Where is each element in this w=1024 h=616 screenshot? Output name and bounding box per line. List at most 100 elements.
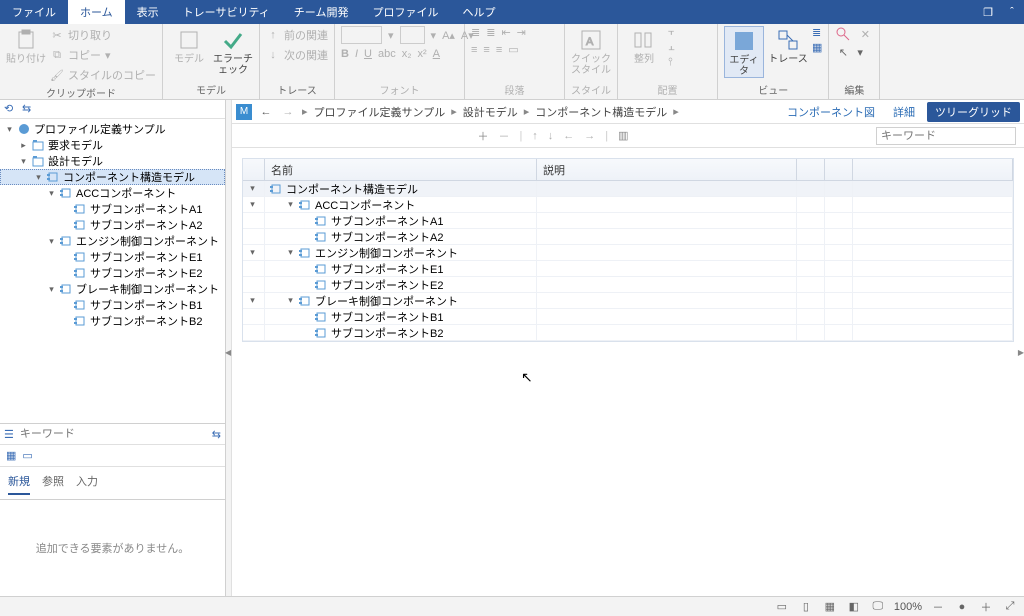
trace-view-button[interactable]: トレース bbox=[768, 26, 808, 65]
menu-tab-profile[interactable]: プロファイル bbox=[360, 0, 450, 24]
tree-node[interactable]: ▾プロファイル定義サンプル bbox=[0, 121, 225, 137]
grid-row[interactable]: ▾コンポーネント構造モデル bbox=[243, 181, 1013, 197]
tree-node[interactable]: サブコンポーネントA1 bbox=[0, 201, 225, 217]
toggle-icon[interactable] bbox=[247, 279, 258, 290]
sb-layout3-icon[interactable]: ▦ bbox=[822, 599, 838, 615]
crumb-1[interactable]: 設計モデル bbox=[463, 104, 518, 120]
sb-layout4-icon[interactable]: ◧ bbox=[846, 599, 862, 615]
tree-node[interactable]: サブコンポーネントB2 bbox=[0, 313, 225, 329]
sb-layout1-icon[interactable]: ▭ bbox=[774, 599, 790, 615]
grid-up-icon[interactable]: ↑ bbox=[532, 130, 538, 142]
sb-monitor-icon[interactable]: 🖵 bbox=[870, 599, 886, 615]
toggle-icon[interactable]: ▾ bbox=[247, 295, 258, 306]
delete-icon[interactable]: ✕ bbox=[857, 26, 873, 42]
grid-keyword-input[interactable] bbox=[876, 127, 1016, 145]
view-button-treegrid[interactable]: ツリーグリッド bbox=[927, 102, 1020, 122]
zoom-out-icon[interactable]: － bbox=[930, 599, 946, 615]
tree-tool-expand-icon[interactable]: ⇆ bbox=[22, 102, 36, 116]
grid-add-icon[interactable]: ＋ bbox=[477, 128, 488, 144]
tree-node[interactable]: サブコンポーネントE2 bbox=[0, 265, 225, 281]
font-color-icon[interactable]: A bbox=[433, 48, 440, 60]
next-relation-button[interactable]: ↓次の関連 bbox=[266, 46, 328, 64]
lower-tab-new[interactable]: 新規 bbox=[8, 473, 30, 495]
toggle-icon[interactable] bbox=[60, 220, 71, 231]
toggle-icon[interactable]: ▾ bbox=[285, 199, 296, 210]
grid-row[interactable]: サブコンポーネントB2 bbox=[243, 325, 1013, 341]
toggle-icon[interactable]: ▾ bbox=[46, 188, 57, 199]
grid-row[interactable]: ▾▾ACCコンポーネント bbox=[243, 197, 1013, 213]
tree-node[interactable]: ▾ブレーキ制御コンポーネント bbox=[0, 281, 225, 297]
crumb-2[interactable]: コンポーネント構造モデル bbox=[535, 104, 667, 120]
grid-header-name[interactable]: 名前 bbox=[265, 159, 537, 180]
grid-down-icon[interactable]: ↓ bbox=[548, 130, 554, 142]
toggle-icon[interactable] bbox=[301, 311, 312, 322]
strike-icon[interactable]: abc bbox=[378, 48, 396, 60]
grid-row[interactable]: サブコンポーネントA2 bbox=[243, 229, 1013, 245]
menu-tab-file[interactable]: ファイル bbox=[0, 0, 68, 24]
toggle-icon[interactable] bbox=[301, 215, 312, 226]
grid-right-icon[interactable]: → bbox=[584, 130, 595, 142]
view-link-detail[interactable]: 詳細 bbox=[887, 104, 921, 120]
align-right-icon[interactable]: ≡ bbox=[496, 44, 502, 56]
filter-icon[interactable]: ☰ bbox=[4, 428, 14, 441]
grid-left-icon[interactable]: ← bbox=[563, 130, 574, 142]
tree-filter-input[interactable] bbox=[18, 426, 208, 442]
toggle-icon[interactable] bbox=[60, 268, 71, 279]
toggle-icon[interactable] bbox=[247, 263, 258, 274]
sb-layout2-icon[interactable]: ▯ bbox=[798, 599, 814, 615]
toggle-icon[interactable] bbox=[247, 231, 258, 242]
tree-node[interactable]: サブコンポーネントB1 bbox=[0, 297, 225, 313]
grid-row[interactable]: サブコンポーネントB1 bbox=[243, 309, 1013, 325]
error-check-button[interactable]: エラーチェック bbox=[213, 26, 253, 76]
toggle-icon[interactable] bbox=[301, 327, 312, 338]
toggle-icon[interactable]: ▸ bbox=[18, 140, 29, 151]
tree-node[interactable]: サブコンポーネントA2 bbox=[0, 217, 225, 233]
italic-icon[interactable]: I bbox=[355, 48, 358, 60]
grid-header-desc[interactable]: 説明 bbox=[537, 159, 797, 180]
view-link-component-diagram[interactable]: コンポーネント図 bbox=[781, 104, 881, 120]
grid-row[interactable]: サブコンポーネントE2 bbox=[243, 277, 1013, 293]
menu-tab-view[interactable]: 表示 bbox=[125, 0, 171, 24]
align-bottom-icon[interactable]: ⫯ bbox=[668, 56, 675, 69]
align-center-icon[interactable]: ≡ bbox=[483, 44, 489, 56]
toggle-icon[interactable] bbox=[247, 311, 258, 322]
copy-button[interactable]: ⧉コピー▾ bbox=[50, 46, 156, 64]
grid-row[interactable]: サブコンポーネントA1 bbox=[243, 213, 1013, 229]
toggle-icon[interactable] bbox=[60, 300, 71, 311]
toggle-icon[interactable]: ▾ bbox=[247, 183, 258, 194]
view-opt1-icon[interactable]: ≣ bbox=[812, 26, 822, 39]
toggle-icon[interactable]: ▾ bbox=[285, 247, 296, 258]
toggle-icon[interactable]: ▾ bbox=[18, 156, 29, 167]
highlight-icon[interactable]: ▭ bbox=[508, 43, 518, 56]
sub-icon[interactable]: x₂ bbox=[402, 48, 412, 60]
menu-tab-home[interactable]: ホーム bbox=[68, 0, 125, 24]
zoom-in-icon[interactable]: ＋ bbox=[978, 599, 994, 615]
nav-back-icon[interactable]: ← bbox=[258, 106, 274, 118]
ribbon-collapse-icon[interactable]: ˆ bbox=[1000, 0, 1024, 24]
toggle-icon[interactable]: ▾ bbox=[46, 236, 57, 247]
style-copy-button[interactable]: 🖌スタイルのコピー bbox=[50, 66, 156, 84]
indent-icon[interactable]: ⇥ bbox=[517, 26, 526, 39]
number-list-icon[interactable]: ≣ bbox=[486, 26, 495, 39]
view-opt2-icon[interactable]: ▦ bbox=[812, 41, 822, 54]
editor-view-button[interactable]: エディタ bbox=[724, 26, 764, 78]
zoom-reset-icon[interactable]: ● bbox=[954, 599, 970, 615]
lower-tool-1-icon[interactable]: ▦ bbox=[6, 449, 16, 462]
toggle-icon[interactable] bbox=[60, 316, 71, 327]
toggle-icon[interactable] bbox=[301, 279, 312, 290]
tree-node[interactable]: ▾ACCコンポーネント bbox=[0, 185, 225, 201]
grid-row[interactable]: サブコンポーネントE1 bbox=[243, 261, 1013, 277]
grid-remove-icon[interactable]: － bbox=[498, 128, 509, 144]
underline-icon[interactable]: U bbox=[364, 48, 372, 60]
font-increase-icon[interactable]: A▴ bbox=[442, 29, 455, 42]
tree-node[interactable]: ▾コンポーネント構造モデル bbox=[0, 169, 225, 185]
align-middle-icon[interactable]: ⫠ bbox=[668, 41, 675, 54]
toggle-icon[interactable]: ▾ bbox=[4, 124, 15, 135]
toggle-icon[interactable]: ▾ bbox=[247, 247, 258, 258]
nav-forward-icon[interactable]: → bbox=[280, 106, 296, 118]
tree-grid[interactable]: 名前 説明 ▾コンポーネント構造モデル▾▾ACCコンポーネントサブコンポーネント… bbox=[242, 158, 1014, 342]
tree-tool-sync-icon[interactable]: ⟲ bbox=[4, 102, 18, 116]
model-button[interactable]: モデル bbox=[169, 26, 209, 65]
toggle-icon[interactable]: ▾ bbox=[46, 284, 57, 295]
bold-icon[interactable]: B bbox=[341, 48, 349, 60]
